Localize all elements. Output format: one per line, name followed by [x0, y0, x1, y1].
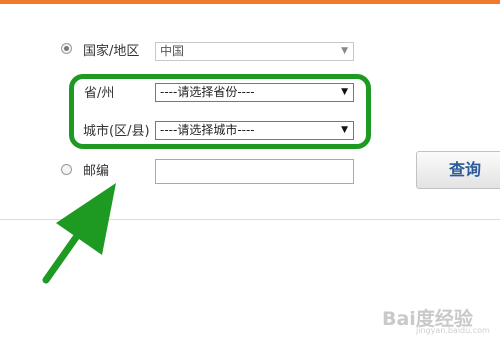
baidu-watermark-url: jingyan.baidu.com — [416, 326, 490, 335]
arrow-icon — [42, 183, 116, 284]
